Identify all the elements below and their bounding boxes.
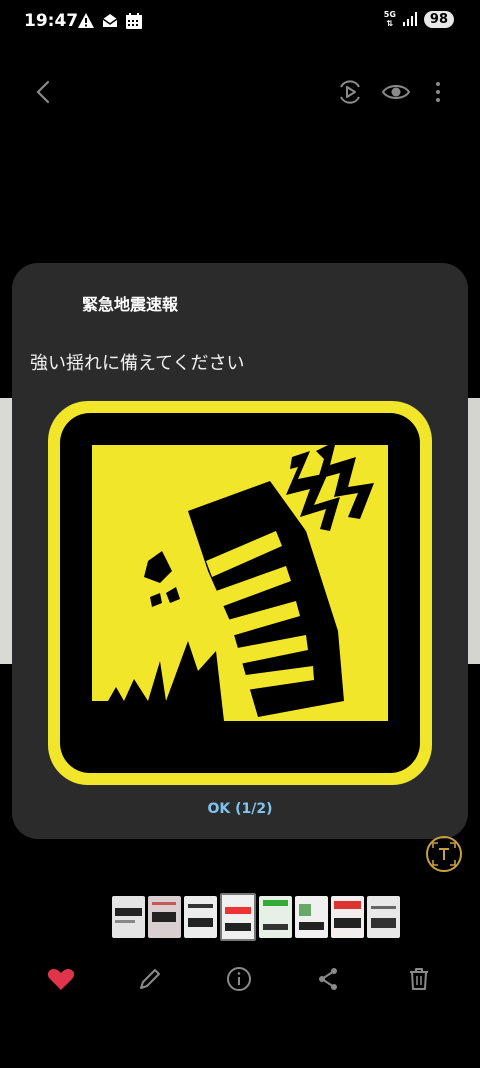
back-icon [36, 80, 50, 104]
text-extract-icon [432, 842, 456, 866]
photo-edge-right [468, 398, 480, 664]
network-indicator: 5G ⇅ [384, 10, 396, 28]
calendar-icon [126, 13, 142, 29]
favorite-button[interactable] [45, 963, 77, 995]
edit-button[interactable] [134, 963, 166, 995]
motion-photo-button[interactable] [334, 76, 366, 108]
text-extract-button[interactable] [426, 836, 462, 872]
system-icons: 5G ⇅ 98 [384, 10, 454, 28]
thumbnail-strip [112, 893, 400, 941]
motion-photo-icon [340, 80, 360, 104]
data-arrows: ⇅ [386, 19, 394, 28]
status-time: 19:47 [24, 11, 79, 31]
photo-edge-left [0, 398, 12, 664]
thumbnail-image [152, 902, 176, 922]
thumbnail[interactable] [367, 896, 400, 938]
share-icon [319, 968, 337, 990]
thumbnail[interactable] [259, 896, 292, 938]
battery-indicator: 98 [423, 10, 454, 28]
thumbnail[interactable] [148, 896, 181, 938]
heart-icon [47, 969, 75, 990]
more-icon [436, 82, 440, 102]
thumbnail[interactable] [112, 896, 145, 938]
thumbnail-image [115, 908, 142, 923]
thumbnail-image [188, 904, 213, 927]
network-type: 5G [383, 10, 396, 19]
back-button[interactable] [28, 76, 60, 108]
info-button[interactable] [223, 963, 255, 995]
edit-icon [140, 969, 160, 989]
thumbnail[interactable] [331, 896, 364, 938]
thumbnail[interactable] [184, 896, 217, 938]
alert-title: 緊急地震速報 [82, 295, 179, 314]
eye-icon [381, 85, 411, 99]
alert-message: 強い揺れに備えてください [30, 353, 245, 374]
thumbnail-image [371, 906, 396, 928]
emergency-alert-dialog: 緊急地震速報 強い揺れに備えてください OK (1/2) [12, 263, 468, 839]
delete-button[interactable] [403, 963, 435, 995]
info-icon [227, 967, 251, 991]
thumbnail-image [225, 907, 251, 931]
thumbnail[interactable] [295, 896, 328, 938]
signal-icon [402, 12, 417, 26]
warning-icon [78, 13, 94, 28]
share-button[interactable] [312, 963, 344, 995]
notification-icons [77, 12, 143, 30]
thumbnail-image [263, 900, 288, 930]
status-bar: 19:47 5G ⇅ 98 [0, 0, 480, 44]
view-button[interactable] [380, 76, 412, 108]
delete-icon [410, 968, 428, 990]
thumbnail-image [334, 901, 361, 928]
ok-button[interactable]: OK (1/2) [12, 801, 468, 817]
mail-icon [102, 14, 118, 27]
earthquake-warning-icon [48, 401, 432, 785]
thumbnail-selected[interactable] [220, 893, 256, 941]
more-options-button[interactable] [422, 76, 454, 108]
thumbnail-image [299, 904, 324, 930]
